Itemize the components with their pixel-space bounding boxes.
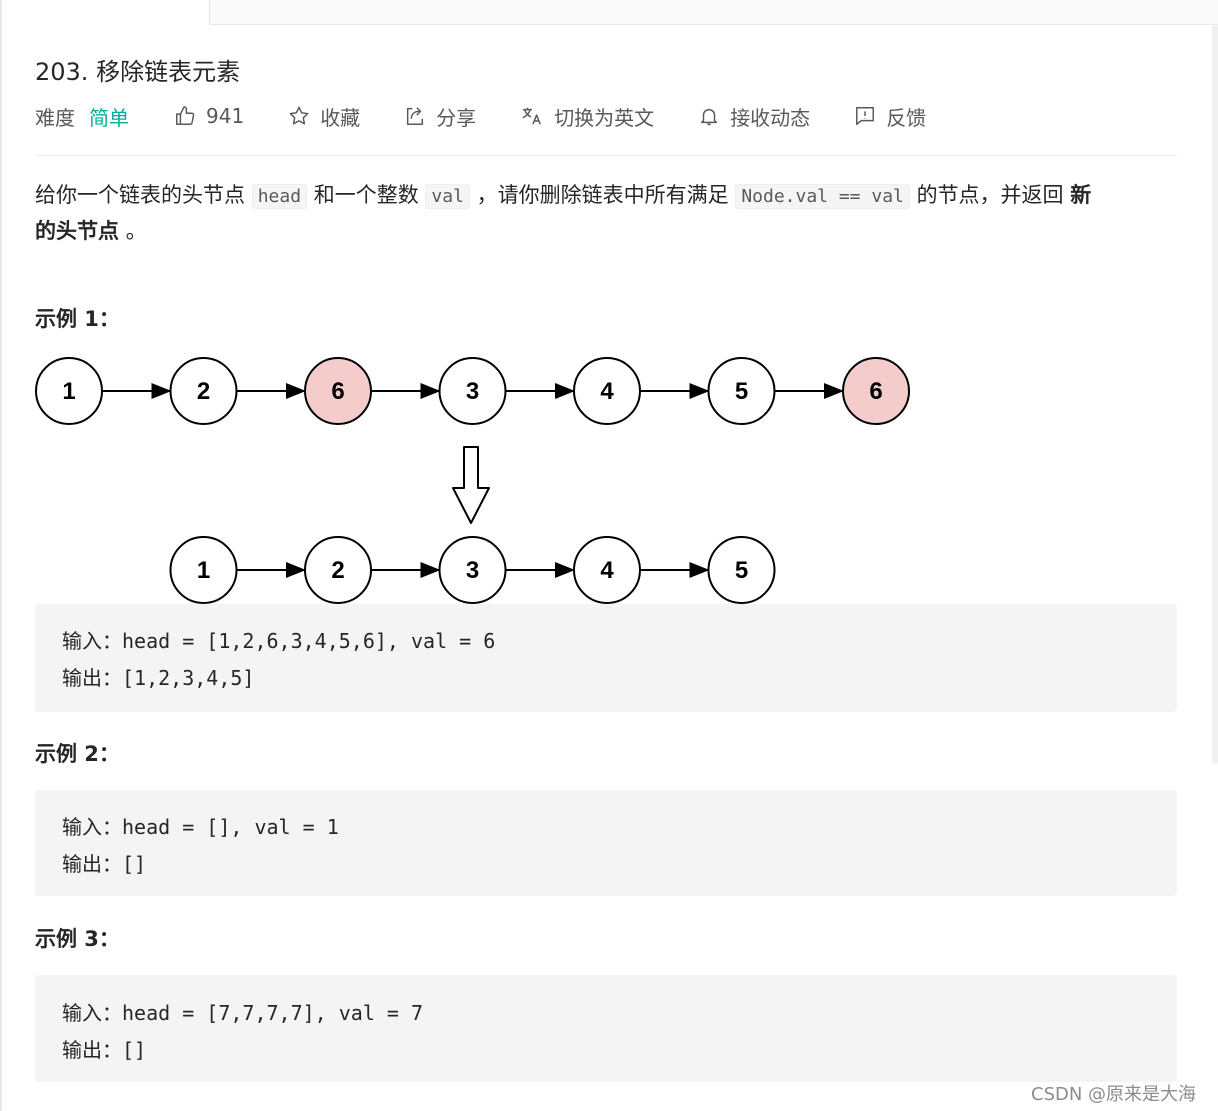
translate-button[interactable]: 切换为英文 — [520, 102, 654, 131]
feedback-icon — [856, 107, 875, 125]
bold-new: 新 — [1070, 183, 1092, 207]
example-1-heading: 示例 1： — [35, 307, 120, 331]
before-node-label-2: 6 — [331, 378, 344, 405]
example-2-box: 输入：head = [], val = 1 输出：[] — [35, 790, 1177, 896]
difficulty-label: 难度 — [35, 105, 75, 130]
linked-list-diagram: 1 2 6 3 4 5 6 1 2 3 4 5 — [35, 357, 910, 604]
inline-code-val: val — [425, 184, 470, 209]
notify-label: 接收动态 — [730, 105, 811, 130]
desc-text: ，请你删除链表中所有满足 — [476, 183, 729, 207]
desc-text: 。 — [125, 219, 147, 243]
thumbs-up-icon — [176, 106, 195, 125]
example-3-output: 输出：[] — [62, 1038, 147, 1062]
before-node-label-0: 1 — [62, 378, 75, 405]
example-3-heading: 示例 3： — [35, 927, 120, 951]
desc-text: 给你一个链表的头节点 — [35, 183, 245, 207]
bold-head-node: 的头节点 — [35, 219, 119, 243]
tab-active[interactable] — [2, 0, 210, 25]
before-node-label-1: 2 — [197, 378, 210, 405]
example-2-output: 输出：[] — [62, 852, 147, 876]
notify-button[interactable]: 接收动态 — [698, 102, 810, 131]
problem-title: 203. 移除链表元素 — [35, 58, 241, 86]
favorite-label: 收藏 — [320, 105, 361, 130]
after-node-label-1: 2 — [331, 557, 344, 584]
bell-icon — [701, 108, 718, 125]
before-node-label-5: 5 — [735, 378, 748, 405]
down-arrow-icon — [452, 446, 490, 524]
example-3-input: 输入：head = [7,7,7,7], val = 7 — [62, 1001, 424, 1025]
share-button[interactable]: 分享 — [404, 102, 476, 131]
before-node-label-4: 4 — [600, 378, 614, 405]
after-node-label-2: 3 — [466, 557, 479, 584]
desc-text: 和一个整数 — [313, 183, 419, 207]
share-icon — [407, 107, 424, 125]
before-node-label-3: 3 — [466, 378, 479, 405]
scrollbar[interactable] — [1212, 24, 1218, 764]
list-after: 1 2 3 4 5 — [169, 536, 776, 604]
after-node-label-0: 1 — [197, 557, 210, 584]
example-1-box: 输入：head = [1,2,6,3,4,5,6], val = 6 输出：[1… — [35, 604, 1177, 712]
share-label: 分享 — [436, 105, 477, 130]
example-2-heading: 示例 2： — [35, 742, 120, 766]
problem-description: 给你一个链表的头节点 head 和一个整数 val ，请你删除链表中所有满足 N… — [35, 178, 1177, 248]
before-node-label-6: 6 — [869, 378, 882, 405]
feedback-button[interactable]: 反馈 — [854, 102, 926, 131]
like-count: 941 — [206, 104, 245, 128]
favorite-button[interactable]: 收藏 — [288, 102, 360, 131]
example-2-input: 输入：head = [], val = 1 — [62, 815, 339, 839]
top-tab-bar — [2, 0, 1218, 25]
example-1-output: 输出：[1,2,3,4,5] — [62, 666, 255, 690]
feedback-label: 反馈 — [886, 105, 927, 130]
desc-text: 的节点，并返回 — [916, 183, 1064, 207]
list-before: 1 2 6 3 4 5 6 — [35, 357, 910, 425]
example-1-input: 输入：head = [1,2,6,3,4,5,6], val = 6 — [62, 629, 496, 653]
star-icon — [289, 106, 309, 125]
translate-icon — [522, 107, 542, 125]
after-node-label-4: 5 — [735, 557, 748, 584]
translate-label: 切换为英文 — [554, 105, 655, 130]
left-border — [0, 0, 2, 1111]
inline-code-condition: Node.val == val — [735, 184, 910, 209]
divider — [35, 155, 1177, 156]
inline-code-head: head — [251, 184, 308, 209]
watermark: CSDN @原来是大海 — [1031, 1084, 1197, 1105]
after-node-label-3: 4 — [600, 557, 614, 584]
problem-meta-bar: 难度 简单 941 收藏 分享 切换为英文 接收动态 反馈 — [35, 100, 970, 132]
example-3-box: 输入：head = [7,7,7,7], val = 7 输出：[] — [35, 975, 1177, 1082]
like-button[interactable]: 941 — [174, 104, 244, 128]
difficulty-badge: 简单 — [89, 105, 129, 130]
